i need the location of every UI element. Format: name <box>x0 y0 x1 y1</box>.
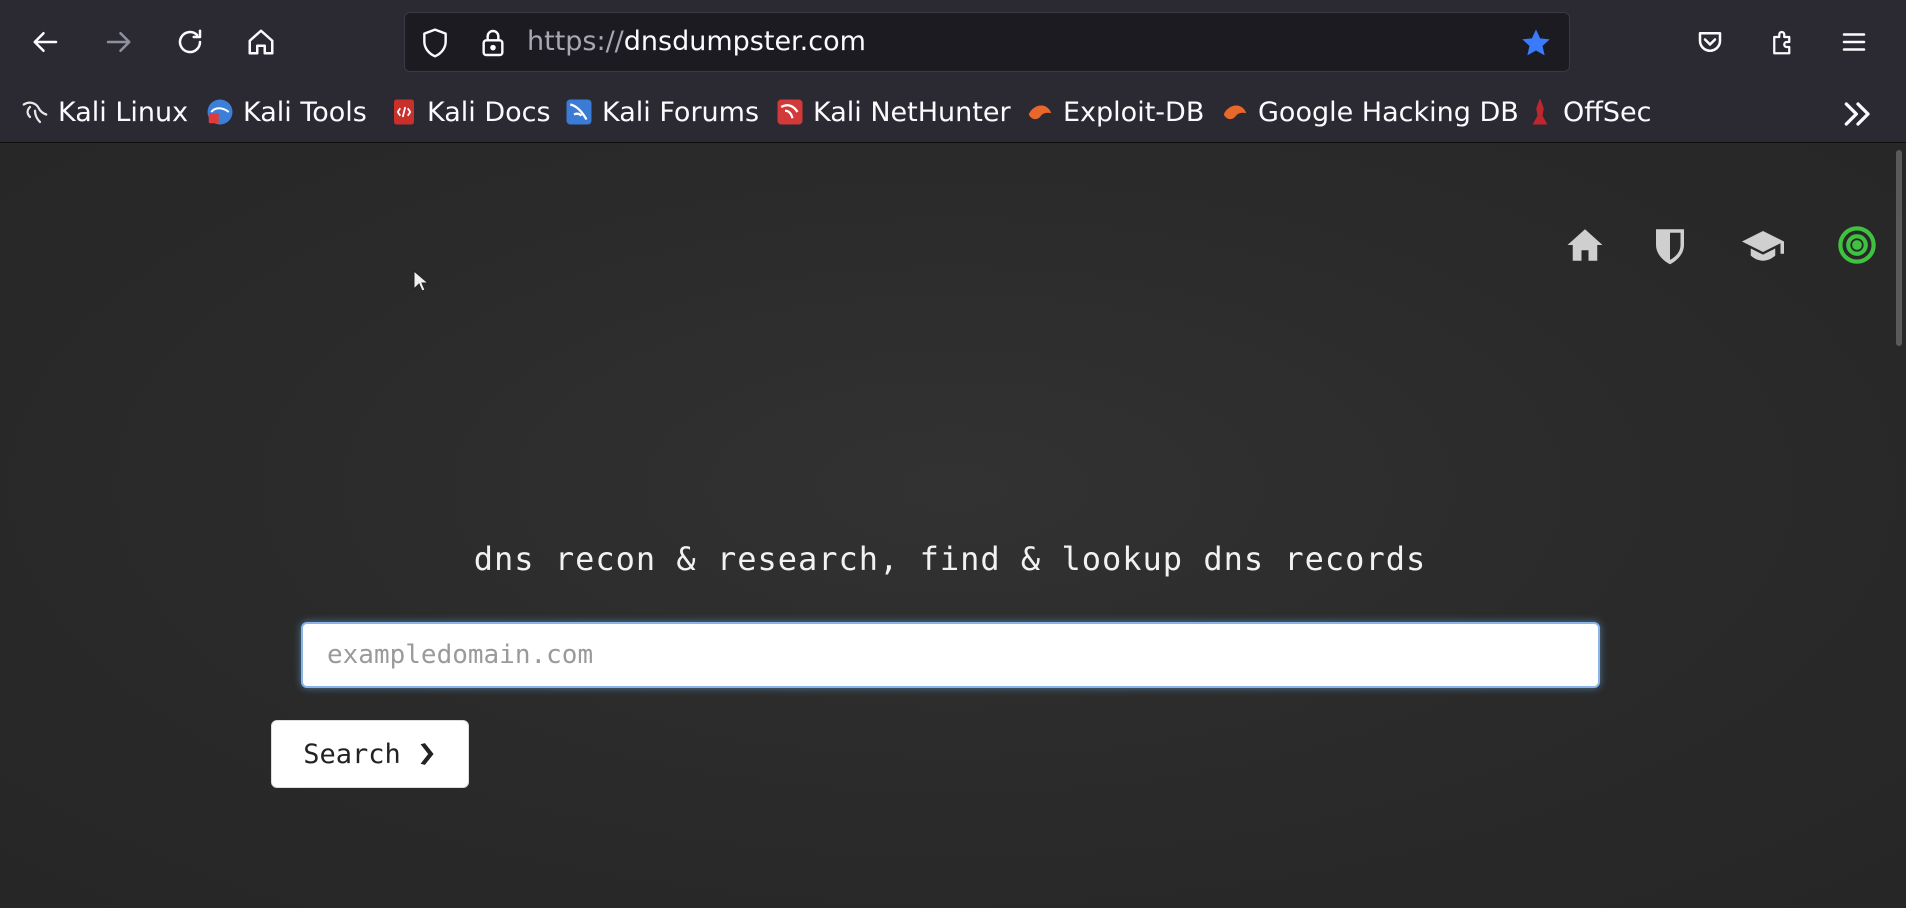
pocket-button[interactable] <box>1686 18 1734 66</box>
bookmark-kali-docs[interactable]: Kali Docs <box>389 92 551 132</box>
graduation-cap-icon <box>1742 231 1784 261</box>
bookmarks-toolbar: Kali Linux Kali Tools Kali Docs Kali For… <box>0 84 1906 143</box>
home-icon <box>248 29 274 55</box>
menu-button[interactable] <box>1830 18 1878 66</box>
reload-icon <box>178 29 202 54</box>
forward-button[interactable] <box>94 18 142 66</box>
search-button[interactable]: Search <box>271 720 469 788</box>
bookmark-label: OffSec <box>1563 96 1652 128</box>
puzzle-icon <box>1773 30 1791 55</box>
bookmark-label: Kali Linux <box>58 96 189 128</box>
target-icon <box>1838 226 1876 264</box>
back-button[interactable] <box>22 18 70 66</box>
home-icon <box>1567 229 1603 261</box>
site-security-link[interactable] <box>1649 224 1691 266</box>
mouse-cursor-icon <box>413 270 429 292</box>
hamburger-menu-icon <box>1842 33 1866 51</box>
home-button[interactable] <box>237 18 285 66</box>
url-bar[interactable]: https://dnsdumpster.com <box>404 12 1570 72</box>
bookmark-kali-nethunter[interactable]: Kali NetHunter <box>775 92 1011 132</box>
bookmark-star-icon[interactable] <box>1519 26 1553 60</box>
browser-toolbar: https://dnsdumpster.com <box>0 0 1906 84</box>
kali-nethunter-icon <box>777 99 803 125</box>
kali-dragon-icon <box>22 101 48 124</box>
kali-forums-icon <box>566 99 592 125</box>
chevron-double-right-icon[interactable] <box>1838 94 1878 134</box>
lock-icon[interactable] <box>477 27 509 59</box>
page-tagline: dns recon & research, find & lookup dns … <box>473 540 1427 578</box>
url-text[interactable]: https://dnsdumpster.com <box>527 25 866 59</box>
arrow-left-icon <box>33 32 58 52</box>
page-scrollbar[interactable] <box>1896 150 1902 346</box>
tracking-protection-shield-icon[interactable] <box>419 27 451 59</box>
bookmark-kali-linux[interactable]: Kali Linux <box>20 92 188 132</box>
kali-tools-icon <box>207 99 233 125</box>
bookmark-label: Kali Forums <box>602 96 760 128</box>
site-learn-link[interactable] <box>1738 224 1788 266</box>
extensions-button[interactable] <box>1759 18 1807 66</box>
ghdb-icon <box>1223 105 1247 120</box>
bookmark-label: Google Hacking DB <box>1258 96 1519 128</box>
kali-docs-icon <box>394 99 414 125</box>
bookmark-label: Kali Docs <box>427 96 551 128</box>
pocket-icon <box>1698 32 1722 52</box>
offsec-icon <box>1532 98 1548 125</box>
bookmark-label: Kali NetHunter <box>813 96 1011 128</box>
page-content <box>0 144 1906 908</box>
bookmark-google-hacking-db[interactable]: Google Hacking DB <box>1220 92 1519 132</box>
bookmark-kali-tools[interactable]: Kali Tools <box>205 92 367 132</box>
bookmark-label: Kali Tools <box>243 96 367 128</box>
search-button-label: Search <box>303 738 401 770</box>
url-scheme: https:// <box>527 26 624 57</box>
bookmark-exploit-db[interactable]: Exploit-DB <box>1025 92 1204 132</box>
reload-button[interactable] <box>166 18 214 66</box>
shield-icon <box>1656 229 1684 265</box>
domain-search-input[interactable] <box>301 622 1600 688</box>
site-target-link[interactable] <box>1836 224 1878 266</box>
site-home-link[interactable] <box>1564 224 1606 266</box>
bookmark-kali-forums[interactable]: Kali Forums <box>564 92 759 132</box>
url-host: dnsdumpster.com <box>623 26 866 57</box>
bookmark-label: Exploit-DB <box>1063 96 1205 128</box>
chevron-right-icon <box>420 743 434 765</box>
arrow-right-icon <box>106 32 131 52</box>
bookmark-offsec[interactable]: OffSec <box>1525 92 1651 132</box>
exploit-db-icon <box>1028 105 1052 120</box>
